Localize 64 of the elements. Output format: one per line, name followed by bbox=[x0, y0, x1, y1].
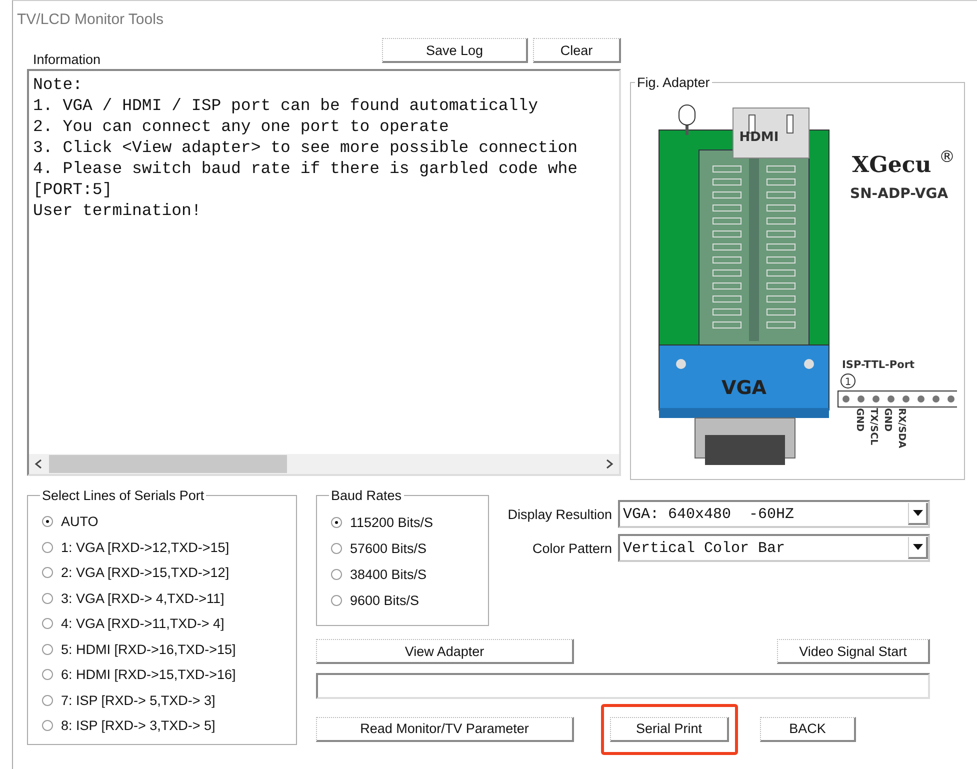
radio-button[interactable] bbox=[42, 644, 53, 655]
view-adapter-button[interactable]: View Adapter bbox=[316, 639, 574, 664]
radio-label[interactable]: 4: VGA [RXD->11,TXD-> 4] bbox=[61, 616, 224, 632]
radio-label[interactable]: 7: ISP [RXD-> 5,TXD-> 3] bbox=[61, 692, 216, 708]
radio-label[interactable]: 8: ISP [RXD-> 3,TXD-> 5] bbox=[61, 718, 216, 734]
radio-button[interactable] bbox=[42, 592, 53, 604]
radio-button[interactable] bbox=[42, 516, 53, 528]
vga-label: VGA bbox=[722, 377, 766, 399]
radio-button[interactable] bbox=[331, 542, 342, 554]
radio-label[interactable]: 1: VGA [RXD->12,TXD->15] bbox=[61, 540, 230, 555]
log-button[interactable]: Save Log bbox=[382, 38, 528, 63]
group-title: Baud Rates bbox=[330, 488, 403, 503]
dropdown-field[interactable]: Vertical Color Bar bbox=[618, 534, 930, 562]
radio-button[interactable] bbox=[331, 594, 342, 606]
log-line: User termination! bbox=[33, 200, 202, 221]
radio-label[interactable]: 38400 Bits/S bbox=[350, 566, 427, 582]
radio-button[interactable] bbox=[331, 516, 342, 528]
action-button[interactable]: BACK bbox=[760, 716, 856, 742]
radio-label[interactable]: 115200 Bits/S bbox=[350, 514, 434, 530]
horizontal-scrollbar[interactable] bbox=[29, 454, 619, 474]
hdmi-label: HDMI bbox=[739, 130, 779, 145]
log-line: [PORT:5] bbox=[33, 179, 112, 200]
log-line: 2. You can connect any one port to operate bbox=[33, 116, 449, 137]
radio-button[interactable] bbox=[331, 568, 342, 580]
radio-label[interactable]: 2: VGA [RXD->15,TXD->12] bbox=[61, 565, 230, 580]
log-line: 1. VGA / HDMI / ISP port can be found automatically bbox=[33, 95, 538, 116]
pin-label: GND bbox=[854, 408, 865, 432]
caret-icon bbox=[912, 510, 922, 516]
group-title: Select Lines of Serials Port bbox=[41, 488, 206, 503]
model-label: SN-ADP-VGA bbox=[850, 186, 948, 202]
radio-label[interactable]: AUTO bbox=[61, 514, 98, 530]
pin-one-marker: 1 bbox=[840, 374, 856, 388]
log-button[interactable]: Clear bbox=[533, 38, 621, 63]
video-signal-button[interactable]: Video Signal Start bbox=[777, 639, 930, 664]
pin-label: GND bbox=[882, 408, 893, 432]
information-label: Information bbox=[32, 52, 101, 69]
radio-label[interactable]: 5: HDMI [RXD->16,TXD->15] bbox=[61, 642, 236, 657]
radio-button[interactable] bbox=[42, 542, 53, 553]
setting-label: Display Resultion bbox=[508, 506, 612, 522]
radio-label[interactable]: 9600 Bits/S bbox=[350, 592, 420, 608]
action-button[interactable]: Serial Print bbox=[610, 716, 729, 742]
radio-label[interactable]: 57600 Bits/S bbox=[350, 540, 427, 556]
pin-label: RX/SDA bbox=[896, 408, 907, 448]
radio-button[interactable] bbox=[42, 720, 53, 732]
caret-icon bbox=[912, 544, 922, 550]
pin-label: TX/SCL bbox=[868, 408, 879, 446]
figure-title: Fig. Adapter bbox=[636, 75, 711, 90]
radio-label[interactable]: 3: VGA [RXD-> 4,TXD->11] bbox=[61, 590, 224, 606]
setting-label: Color Pattern bbox=[532, 540, 612, 556]
radio-button[interactable] bbox=[42, 694, 53, 706]
log-line: 3. Click <View adapter> to see more possible connection bbox=[33, 137, 578, 158]
radio-button[interactable] bbox=[42, 669, 53, 680]
registered-mark: ® bbox=[939, 147, 955, 166]
log-text-area[interactable] bbox=[27, 69, 621, 476]
window-title: TV/LCD Monitor Tools bbox=[16, 10, 164, 30]
radio-button[interactable] bbox=[42, 618, 53, 630]
dropdown-field[interactable]: VGA: 640x480 -60HZ bbox=[618, 500, 930, 528]
radio-button[interactable] bbox=[42, 567, 53, 578]
log-line: Note: bbox=[33, 74, 83, 95]
brand-logo: XGecu bbox=[852, 152, 932, 178]
port-label: ISP-TTL-Port bbox=[842, 359, 915, 371]
read-parameter-button[interactable]: Read Monitor/TV Parameter bbox=[316, 716, 574, 742]
log-line: 4. Please switch baud rate if there is garbled code whe bbox=[33, 158, 578, 179]
radio-label[interactable]: 6: HDMI [RXD->15,TXD->16] bbox=[61, 667, 236, 682]
